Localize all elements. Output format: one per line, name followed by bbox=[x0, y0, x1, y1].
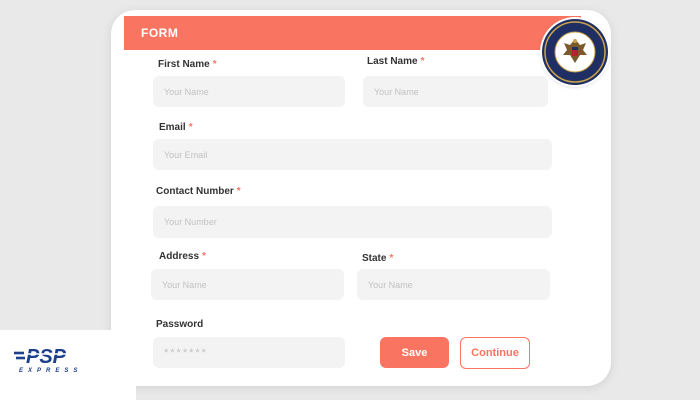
password-input[interactable] bbox=[153, 337, 345, 368]
email-label: Email * bbox=[159, 122, 193, 133]
first-name-input[interactable] bbox=[153, 76, 345, 107]
last-name-input[interactable] bbox=[363, 76, 548, 107]
password-label: Password bbox=[156, 319, 204, 330]
brand-logo-panel: PSP EXPRESS bbox=[0, 330, 136, 400]
last-name-label: Last Name * bbox=[367, 56, 425, 67]
contact-number-input[interactable] bbox=[153, 206, 552, 238]
form-card: FORM First Name* Last Name* Email* Conta… bbox=[111, 10, 611, 386]
email-input[interactable] bbox=[153, 139, 552, 170]
address-input[interactable] bbox=[151, 269, 344, 300]
contact-number-label: Contact Number * bbox=[156, 186, 241, 197]
state-input[interactable] bbox=[357, 269, 550, 300]
state-label: State * bbox=[362, 253, 394, 264]
first-name-label: First Name * bbox=[158, 59, 217, 70]
save-button[interactable]: Save bbox=[380, 337, 449, 368]
continue-button[interactable]: Continue bbox=[460, 337, 530, 369]
form-header: FORM bbox=[124, 16, 581, 50]
government-seal-icon bbox=[542, 19, 608, 85]
logo-wordmark: PSP bbox=[26, 346, 67, 367]
psp-logo-icon: PSP bbox=[14, 346, 102, 367]
form-title: FORM bbox=[141, 26, 179, 40]
logo-subtitle: EXPRESS bbox=[19, 368, 83, 374]
address-label: Address * bbox=[159, 251, 206, 262]
